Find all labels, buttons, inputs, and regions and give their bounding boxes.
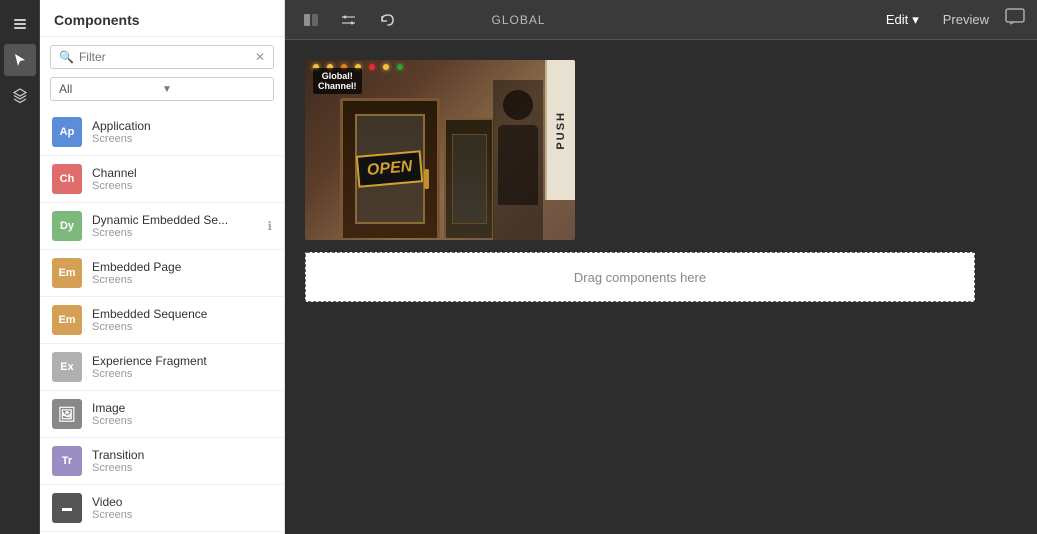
top-bar-right: Edit ▾ Preview xyxy=(878,8,1025,32)
component-name: Channel xyxy=(92,166,272,180)
push-text: PUSH xyxy=(555,111,567,150)
component-sub: Screens xyxy=(92,415,272,427)
component-badge-ex: Ex xyxy=(52,352,82,382)
component-list: Ap Application Screens Ch Channel Screen… xyxy=(40,109,284,534)
component-sub: Screens xyxy=(92,462,272,474)
component-badge-em2: Em xyxy=(52,305,82,335)
component-info: Channel Screens xyxy=(92,166,272,192)
component-sub: Screens xyxy=(92,180,272,192)
door-glass: OPEN xyxy=(355,114,425,224)
silhouette-head xyxy=(503,90,533,120)
component-info: Video Screens xyxy=(92,495,272,521)
component-info: Experience Fragment Screens xyxy=(92,354,272,380)
adjust-icon[interactable] xyxy=(335,6,363,34)
light-bulb xyxy=(397,64,403,70)
undo-icon[interactable] xyxy=(373,6,401,34)
component-info: Embedded Sequence Screens xyxy=(92,307,272,333)
top-bar-left xyxy=(297,6,878,34)
component-sub: Screens xyxy=(92,274,272,286)
component-sub: Screens xyxy=(92,509,272,521)
light-bulb xyxy=(369,64,375,70)
component-badge-tr: Tr xyxy=(52,446,82,476)
store-preview: Global! Channel! OPEN xyxy=(305,60,575,240)
component-badge-vi: ▬ xyxy=(52,493,82,523)
global-label: GLOBAL xyxy=(491,13,545,27)
window-glass xyxy=(452,134,487,224)
open-sign: OPEN xyxy=(356,150,424,188)
chevron-down-icon: ▼ xyxy=(162,84,265,95)
component-badge-ap: Ap xyxy=(52,117,82,147)
edit-button[interactable]: Edit ▾ xyxy=(878,8,927,32)
list-item[interactable]: Ch Channel Screens xyxy=(40,156,284,203)
list-item[interactable]: ▬ Video Screens xyxy=(40,485,284,532)
component-badge-dy: Dy xyxy=(52,211,82,241)
store-image: Global! Channel! OPEN xyxy=(305,60,575,240)
component-info: Embedded Page Screens xyxy=(92,260,272,286)
stacked-layers-icon[interactable] xyxy=(4,80,36,112)
component-info: Application Screens xyxy=(92,119,272,145)
components-sidebar: Components 🔍 ✕ All ▼ Ap Application Scre… xyxy=(40,0,285,534)
main-area: GLOBAL Edit ▾ Preview xyxy=(285,0,1037,534)
list-item[interactable]: Em Embedded Sequence Screens xyxy=(40,297,284,344)
edit-chevron-icon: ▾ xyxy=(912,12,919,28)
component-name: Experience Fragment xyxy=(92,354,272,368)
drag-drop-area[interactable]: Drag components here xyxy=(305,252,975,302)
list-item[interactable]: Dy Dynamic Embedded Se... Screens ℹ xyxy=(40,203,284,250)
list-item[interactable]: Ap Application Screens xyxy=(40,109,284,156)
icon-bar xyxy=(0,0,40,534)
drag-drop-label: Drag components here xyxy=(574,270,706,285)
component-name: Image xyxy=(92,401,272,415)
pointer-icon[interactable] xyxy=(4,44,36,76)
list-item[interactable]: Tr Transition Screens xyxy=(40,438,284,485)
component-sub: Screens xyxy=(92,227,263,239)
layers-icon[interactable] xyxy=(4,8,36,40)
preview-button[interactable]: Preview xyxy=(935,8,997,31)
comment-icon[interactable] xyxy=(1005,8,1025,31)
filter-dropdown[interactable]: All ▼ xyxy=(50,77,274,101)
list-item[interactable]: Ex Experience Fragment Screens xyxy=(40,344,284,391)
edit-label: Edit xyxy=(886,12,908,27)
filter-label: All xyxy=(59,82,162,96)
silhouette xyxy=(493,80,543,240)
list-item[interactable]: 🖼 Image Screens xyxy=(40,391,284,438)
component-name: Application xyxy=(92,119,272,133)
component-info: Transition Screens xyxy=(92,448,272,474)
panel-toggle-icon[interactable] xyxy=(297,6,325,34)
list-item[interactable]: Em Embedded Page Screens xyxy=(40,250,284,297)
component-sub: Screens xyxy=(92,368,272,380)
info-icon[interactable]: ℹ xyxy=(267,219,272,233)
component-name: Embedded Sequence xyxy=(92,307,272,321)
top-bar: GLOBAL Edit ▾ Preview xyxy=(285,0,1037,40)
canvas-area: Global! Channel! OPEN xyxy=(285,40,1037,534)
component-name: Embedded Page xyxy=(92,260,272,274)
component-info: Dynamic Embedded Se... Screens xyxy=(92,213,263,239)
door-handle xyxy=(424,169,429,189)
filter-input[interactable] xyxy=(79,50,255,64)
light-bulb xyxy=(383,64,389,70)
component-badge-img: 🖼 xyxy=(52,399,82,429)
component-name: Transition xyxy=(92,448,272,462)
silhouette-body xyxy=(498,125,538,205)
search-bar[interactable]: 🔍 ✕ xyxy=(50,45,274,69)
component-sub: Screens xyxy=(92,133,272,145)
search-icon: 🔍 xyxy=(59,50,74,64)
component-badge-ch: Ch xyxy=(52,164,82,194)
component-sub: Screens xyxy=(92,321,272,333)
push-sign: PUSH xyxy=(545,60,575,200)
sidebar-title: Components xyxy=(40,0,284,37)
component-badge-em: Em xyxy=(52,258,82,288)
clear-search-icon[interactable]: ✕ xyxy=(255,50,265,64)
component-name: Video xyxy=(92,495,272,509)
component-info: Image Screens xyxy=(92,401,272,427)
store-door: OPEN xyxy=(340,98,440,238)
component-name: Dynamic Embedded Se... xyxy=(92,213,263,227)
side-window xyxy=(444,118,494,238)
